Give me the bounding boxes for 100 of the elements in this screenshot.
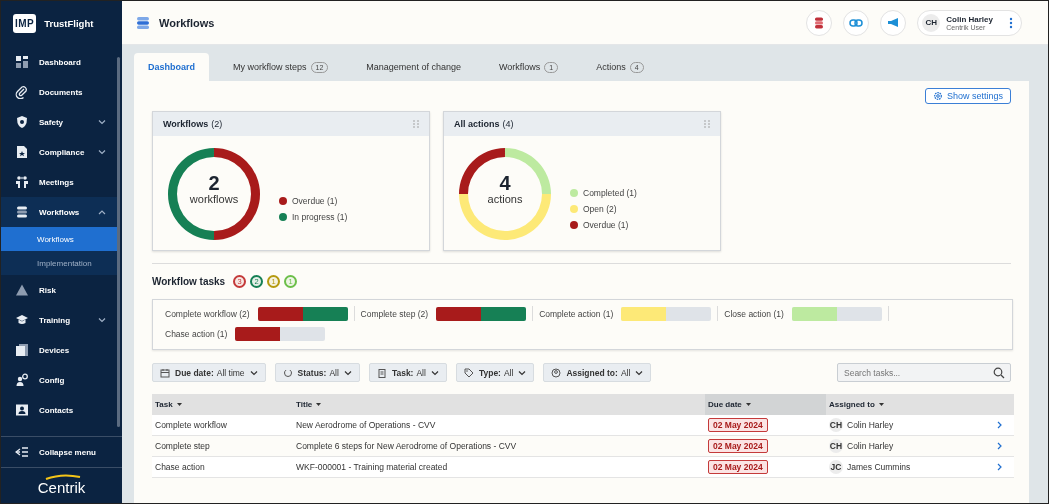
search-field[interactable]: Search tasks... bbox=[837, 363, 1011, 382]
legend-label: In progress (1) bbox=[292, 212, 348, 222]
user-circle-icon bbox=[551, 367, 562, 378]
sidebar-item[interactable]: Workflows bbox=[1, 197, 118, 227]
sidebar-item[interactable]: Documents bbox=[1, 77, 118, 107]
app-name: TrustFlight bbox=[44, 18, 94, 29]
drag-handle-icon[interactable] bbox=[704, 120, 710, 128]
caret-icon bbox=[343, 369, 352, 376]
user-name: Colin Harley bbox=[946, 14, 993, 24]
megaphone-icon bbox=[887, 17, 900, 28]
table-cell-text: Complete workflow bbox=[154, 419, 228, 432]
user-avatar: CH bbox=[829, 418, 843, 432]
sidebar-subitem[interactable]: Workflows bbox=[1, 227, 118, 251]
assignee-name: James Cummins bbox=[847, 462, 911, 472]
filter-dropdown[interactable]: Type: All bbox=[455, 363, 535, 382]
sidebar-item[interactable]: Contacts bbox=[1, 395, 118, 425]
chevron-right-icon[interactable] bbox=[997, 463, 1002, 471]
table-cell-text: Complete step bbox=[154, 440, 211, 453]
table-cell-text: WKF-000001 - Training material created bbox=[295, 461, 449, 474]
legend-label: Overdue (1) bbox=[292, 196, 338, 206]
total-value: 4 bbox=[499, 173, 511, 193]
total-value: 2 bbox=[208, 173, 220, 193]
graduation-cap-icon bbox=[15, 313, 29, 327]
task-label: Complete workflow (2) bbox=[165, 308, 250, 319]
sort-caret-icon bbox=[878, 403, 884, 406]
caret-icon bbox=[635, 369, 644, 376]
task-label: Chase action (1) bbox=[165, 328, 228, 339]
card-title: All actions (4) bbox=[454, 119, 514, 129]
tab[interactable]: Management of change bbox=[352, 53, 475, 81]
clipboard-icon bbox=[376, 367, 387, 378]
filter-dropdown[interactable]: Status: All bbox=[274, 363, 360, 382]
sidebar-item[interactable]: Compliance bbox=[1, 137, 118, 167]
logo-mark: IMP bbox=[13, 14, 37, 33]
paperclip-icon bbox=[15, 85, 29, 99]
user-avatar: JC bbox=[829, 460, 843, 474]
spinner-icon bbox=[282, 367, 293, 378]
section-title: Workflow tasks bbox=[152, 276, 226, 287]
sidebar-item[interactable]: Dashboard bbox=[1, 47, 118, 77]
column-header[interactable]: Title bbox=[293, 394, 705, 415]
total-label: actions bbox=[487, 193, 523, 205]
dashboard-icon bbox=[15, 55, 29, 69]
legend-label: Completed (1) bbox=[583, 188, 637, 198]
caret-icon bbox=[249, 369, 258, 376]
shield-icon bbox=[15, 115, 29, 129]
sort-caret-icon bbox=[316, 403, 322, 406]
tab[interactable]: Dashboard bbox=[134, 53, 209, 81]
caret-icon bbox=[518, 369, 527, 376]
card-title: Workflows (2) bbox=[163, 119, 223, 129]
due-date-badge: 02 May 2024 bbox=[708, 460, 768, 474]
caret-icon bbox=[430, 369, 439, 376]
column-header[interactable]: Assigned to bbox=[826, 394, 982, 415]
database-button[interactable] bbox=[806, 9, 833, 36]
filter-dropdown[interactable]: Due date: All time bbox=[152, 363, 266, 382]
chevron-right-icon[interactable] bbox=[997, 442, 1002, 450]
user-avatar: CH bbox=[922, 13, 941, 32]
link-icon bbox=[849, 18, 864, 27]
due-date-badge: 02 May 2024 bbox=[708, 418, 768, 432]
meeting-people-icon bbox=[15, 175, 29, 189]
column-header[interactable]: Task bbox=[152, 394, 293, 415]
legend-label: Overdue (1) bbox=[583, 220, 629, 230]
legend-label: Open (2) bbox=[583, 204, 617, 214]
page-title: Workflows bbox=[159, 16, 216, 29]
gear-icon bbox=[932, 91, 943, 101]
task-label: Close action (1) bbox=[724, 308, 784, 319]
more-icon bbox=[1009, 16, 1013, 29]
stack-icon bbox=[15, 205, 29, 219]
sidebar-item[interactable]: Risk bbox=[1, 275, 118, 305]
tag-icon bbox=[463, 367, 474, 378]
calendar-icon bbox=[160, 367, 170, 378]
show-settings-button[interactable]: Show settings bbox=[924, 88, 1011, 104]
sidebar-item[interactable]: Devices bbox=[1, 335, 118, 365]
sidebar-item[interactable]: Meetings bbox=[1, 167, 118, 197]
filter-dropdown[interactable]: Assigned to: All bbox=[543, 363, 652, 382]
assignee-name: Colin Harley bbox=[847, 420, 894, 430]
sidebar-item[interactable]: Training bbox=[1, 305, 118, 335]
database-icon bbox=[814, 16, 825, 29]
warning-triangle-icon bbox=[15, 283, 29, 297]
due-date-badge: 02 May 2024 bbox=[708, 439, 768, 453]
task-label: Complete step (2) bbox=[360, 308, 429, 319]
table-cell-text: Complete 6 steps for New Aerodrome of Operations - CVV bbox=[295, 440, 518, 453]
assignee-name: Colin Harley bbox=[847, 441, 894, 451]
chevron-right-icon[interactable] bbox=[997, 421, 1002, 429]
brand-name: Centrik bbox=[37, 480, 86, 495]
table-cell-text: Chase action bbox=[154, 461, 206, 474]
column-header[interactable]: Due date bbox=[705, 394, 826, 415]
drag-handle-icon[interactable] bbox=[413, 120, 419, 128]
sidebar-item[interactable]: Config bbox=[1, 365, 118, 395]
user-avatar: CH bbox=[829, 439, 843, 453]
sidebar-item[interactable]: Safety bbox=[1, 107, 118, 137]
announcement-button[interactable] bbox=[880, 9, 907, 36]
sort-caret-icon bbox=[176, 403, 182, 406]
collapse-menu-icon bbox=[15, 446, 29, 458]
contact-card-icon bbox=[15, 403, 29, 417]
filter-dropdown[interactable]: Task: All bbox=[368, 363, 447, 382]
link-button[interactable] bbox=[843, 9, 870, 36]
document-star-icon bbox=[15, 145, 29, 159]
search-icon bbox=[993, 367, 1005, 379]
person-gear-icon bbox=[15, 373, 29, 387]
sidebar-subitem[interactable]: Implementation bbox=[1, 251, 118, 275]
total-label: workflows bbox=[189, 193, 239, 205]
